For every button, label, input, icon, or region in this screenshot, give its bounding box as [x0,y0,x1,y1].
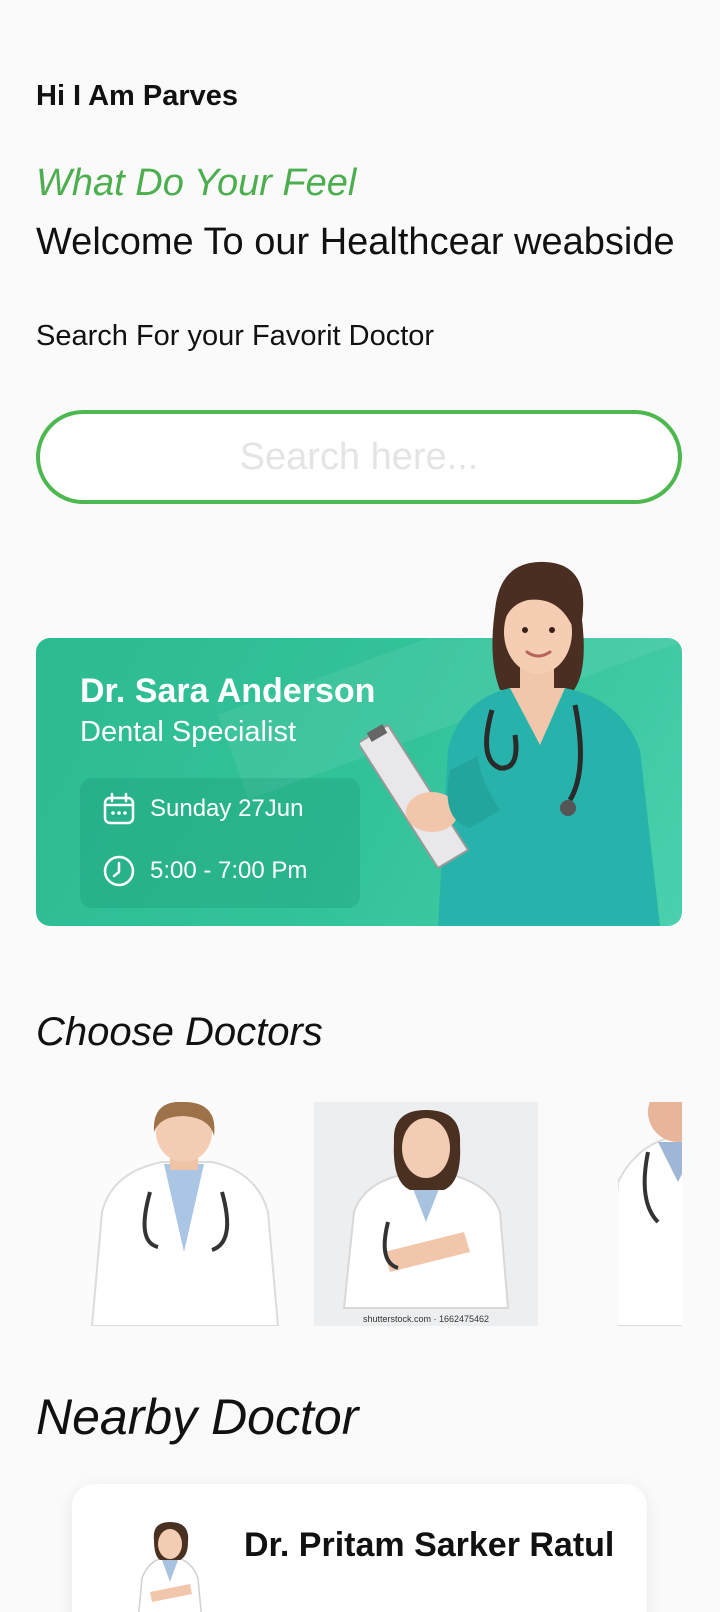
doctor-card[interactable] [72,1102,296,1326]
choose-doctors-title: Choose Doctors [36,1010,323,1054]
search-input[interactable] [69,434,649,480]
nearby-doctor-avatar [138,1522,202,1612]
subtitle-text: Search For your Favorit Doctor [36,320,435,352]
doctor-photo [342,1110,510,1309]
nearby-doctor-title: Nearby Doctor [36,1389,359,1445]
search-bar[interactable] [36,410,682,504]
tagline-text: What Do Your Feel [36,162,357,204]
featured-doctor-photo [360,561,660,926]
clock-icon [103,855,135,887]
calendar-icon [103,792,135,825]
doctor-card[interactable]: shutterstock.com · 1662475462 [314,1102,538,1326]
doctor-photo [90,1102,280,1326]
welcome-heading: Welcome To our Healthcear weabside [36,221,675,263]
schedule-date: Sunday 27Jun [150,795,304,822]
greeting-text: Hi I Am Parves [36,80,239,112]
home-screen: Hi I Am Parves What Do Your Feel Welcome… [0,0,720,1612]
doctor-photo [618,1102,682,1326]
schedule-date-row: Sunday 27Jun [102,792,303,826]
schedule-box: Sunday 27Jun 5:00 - 7:00 Pm [80,778,360,908]
schedule-time-row: 5:00 - 7:00 Pm [102,854,307,888]
featured-doctor-name: Dr. Sara Anderson [80,672,376,710]
nearby-doctor-card[interactable]: Dr. Pritam Sarker Ratul [72,1484,647,1612]
featured-doctor-specialty: Dental Specialist [80,716,296,748]
schedule-time: 5:00 - 7:00 Pm [150,857,308,884]
doctor-card[interactable] [618,1102,682,1326]
doctor-carousel[interactable]: shutterstock.com · 1662475462 [36,1102,682,1328]
watermark-text: shutterstock.com · 1662475462 [362,1314,490,1324]
nearby-doctor-name: Dr. Pritam Sarker Ratul [244,1526,615,1564]
